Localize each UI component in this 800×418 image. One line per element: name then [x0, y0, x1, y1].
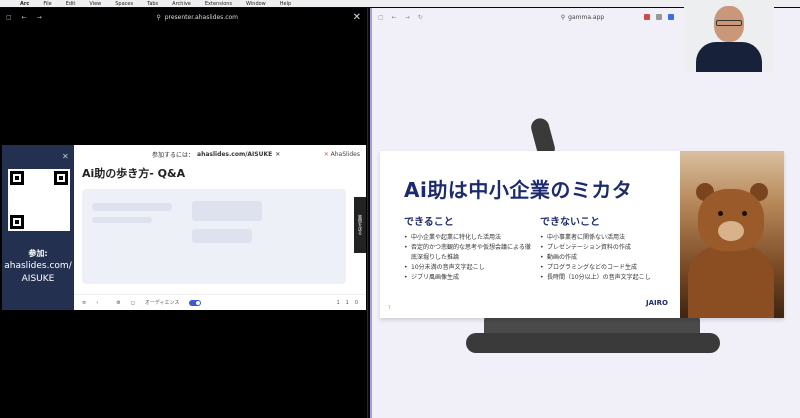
close-join-panel-icon[interactable]: ✕ [62, 152, 69, 161]
join-prompt: 参加するには： [152, 151, 195, 159]
cannot-item: 動画の作成 [540, 253, 668, 263]
page-number: 7 [388, 305, 391, 310]
stat-2: 1 [345, 299, 349, 306]
can-item: 中小企業や起業に特化した活用法 [404, 233, 532, 243]
join-label: 参加: [28, 249, 48, 258]
reload-icon[interactable]: ↻ [418, 14, 423, 21]
address-bar[interactable]: ⚲ gamma.app [561, 14, 604, 21]
join-url-inline: ahaslides.com/AISUKE [197, 150, 273, 158]
cannot-heading: できないこと [540, 217, 600, 228]
cannot-item: 中小事業者に関係ない活用法 [540, 233, 668, 243]
bear-photo [680, 151, 784, 318]
menu-window[interactable]: Window [246, 1, 266, 7]
macos-menubar: Arc File Edit View Spaces Tabs Archive E… [0, 0, 800, 7]
link-icon: ⚲ [156, 13, 161, 21]
back-icon[interactable]: ← [392, 14, 397, 21]
slide-title: Ai助の歩き方- Q&A [82, 167, 186, 180]
menu-help[interactable]: Help [280, 1, 291, 7]
close-window-icon[interactable]: ✕ [353, 12, 361, 23]
menu-view[interactable]: View [89, 1, 101, 7]
back-icon[interactable]: ← [22, 14, 27, 21]
can-item: 10分未満の音声文字起こし [404, 263, 532, 273]
ahaslides-bottombar: ≡ ‹ ⚙ ◻ オーディエンス 1 1 0 [74, 294, 366, 310]
ahaslides-logo: ✕ AhaSlides [323, 150, 360, 158]
sidebar-toggle-icon[interactable]: ▢ [378, 14, 384, 21]
forward-icon[interactable]: → [37, 14, 42, 21]
audience-toggle[interactable] [189, 299, 202, 306]
can-item: 否定的かつ悲観的な思考や仮想会議による徹底深堀りした推論 [404, 243, 532, 263]
menu-archive[interactable]: Archive [172, 1, 191, 7]
chat-icon[interactable]: ◻ [131, 300, 135, 306]
stat-1: 1 [336, 299, 340, 306]
can-list: 中小企業や起業に特化した活用法 否定的かつ悲観的な思考や仮想会議による徹底深堀り… [404, 233, 532, 283]
address-bar[interactable]: ⚲ presenter.ahaslides.com [156, 14, 238, 21]
gamma-slide: Ai助は中小企業のミカタ できること 中小企業や起業に特化した活用法 否定的かつ… [380, 151, 784, 318]
address-text: gamma.app [568, 13, 605, 21]
audience-label: オーディエンス [144, 300, 180, 306]
menu-app[interactable]: Arc [20, 1, 29, 7]
settings-icon[interactable]: ⚙ [116, 300, 120, 306]
sidebar-toggle-icon[interactable]: ▢ [6, 14, 12, 21]
jairo-logo: JAIRO [646, 299, 668, 307]
stat-3: 0 [354, 299, 358, 306]
menu-tabs[interactable]: Tabs [147, 1, 158, 7]
join-panel: 参加: ahaslides.com/ AISUKE [2, 145, 74, 310]
extension-icon[interactable] [656, 14, 662, 20]
presenter-webcam [684, 0, 774, 72]
qr-code [8, 169, 70, 231]
close-banner-icon[interactable]: ✕ [275, 151, 280, 158]
ask-question-tab[interactable]: 質問を送る [354, 197, 366, 253]
cannot-item: プログラミングなどのコード生成 [540, 263, 668, 273]
address-text: presenter.ahaslides.com [164, 13, 239, 21]
slide-title: Ai助は中小企業のミカタ [404, 178, 633, 202]
cannot-list: 中小事業者に関係ない活用法 プレゼンテーション資料の作成 動画の作成 プログラミ… [540, 233, 668, 283]
extension-icon[interactable] [668, 14, 674, 20]
link-icon: ⚲ [560, 13, 566, 21]
ahaslides-topbar: 参加するには： ahaslides.com/AISUKE ✕ ✕ AhaSlid… [74, 145, 366, 163]
stats: 1 1 0 [336, 300, 358, 306]
extension-icon[interactable] [644, 14, 650, 20]
menu-extensions[interactable]: Extensions [205, 1, 232, 7]
forward-icon[interactable]: → [405, 14, 410, 21]
left-toolbar: ▢ ← → ⚲ presenter.ahaslides.com ✕ [0, 8, 367, 26]
menu-icon[interactable]: ≡ [82, 300, 86, 306]
menu-spaces[interactable]: Spaces [115, 1, 133, 7]
ahaslides-slide: 参加するには： ahaslides.com/AISUKE ✕ ✕ AhaSlid… [74, 145, 366, 310]
menu-edit[interactable]: Edit [66, 1, 76, 7]
can-item: ジブリ風画像生成 [404, 273, 532, 283]
can-heading: できること [404, 217, 454, 228]
stand-base [466, 333, 720, 353]
extension-icons [644, 14, 674, 20]
cannot-item: プレゼンテーション資料の作成 [540, 243, 668, 253]
qa-card [82, 189, 346, 284]
cannot-item: 長時間（10分以上）の音声文字起こし [540, 273, 668, 283]
join-code: AISUKE [21, 274, 55, 284]
menu-file[interactable]: File [43, 1, 51, 7]
prev-icon[interactable]: ‹ [96, 300, 98, 306]
join-url: ahaslides.com/ [4, 261, 72, 271]
